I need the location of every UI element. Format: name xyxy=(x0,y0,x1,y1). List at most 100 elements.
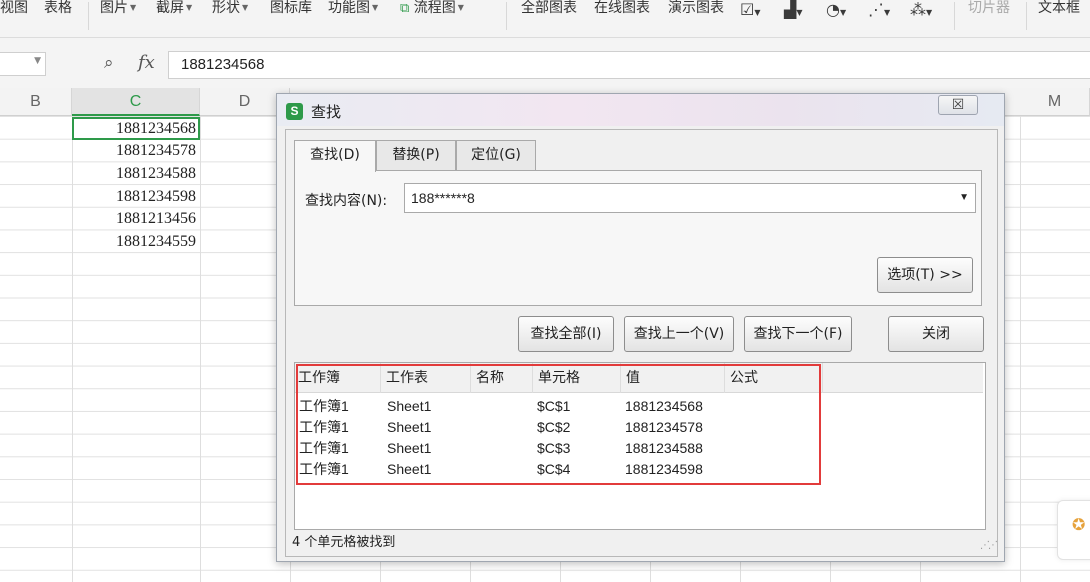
column-header-m[interactable]: M xyxy=(1020,88,1090,116)
ribbon-screenshot-button[interactable]: 截屏 ▼ xyxy=(156,0,192,22)
ribbon-label: 全部图表 xyxy=(521,0,577,16)
formula-input[interactable]: 1881234568 xyxy=(168,51,1090,79)
ribbon-label: 功能图 xyxy=(328,0,370,16)
header-cell[interactable]: 单元格 xyxy=(535,363,621,393)
ribbon-label: 图片 xyxy=(100,0,128,16)
result-cell: $C$1 xyxy=(537,398,571,414)
ribbon-label: 表格 xyxy=(44,0,72,16)
result-row[interactable]: 工作簿1 Sheet1 $C$2 1881234578 xyxy=(295,417,983,438)
ribbon-shape-button[interactable]: 形状 ▼ xyxy=(212,0,248,22)
bar-chart-icon[interactable]: ▟▼ xyxy=(784,0,802,20)
name-box[interactable]: ▼ xyxy=(0,52,46,76)
header-workbook[interactable]: 工作簿 xyxy=(295,363,381,393)
ribbon-label: 图标库 xyxy=(270,0,312,16)
fx-icon[interactable]: fx xyxy=(138,52,155,73)
close-button[interactable]: 关闭 xyxy=(888,316,984,352)
ribbon-picture-button[interactable]: 图片 ▼ xyxy=(100,0,136,22)
options-button[interactable]: 选项(T) >> xyxy=(877,257,973,293)
header-formula[interactable]: 公式 xyxy=(727,363,823,393)
result-workbook: 工作簿1 xyxy=(299,440,349,456)
header-sheet[interactable]: 工作表 xyxy=(383,363,471,393)
close-icon[interactable]: ☒ xyxy=(938,95,978,115)
cell-c1[interactable]: 1881234568 xyxy=(72,117,200,140)
ribbon-divider xyxy=(506,2,507,30)
find-all-button[interactable]: 查找全部(I) xyxy=(518,316,614,352)
ribbon-divider xyxy=(1026,2,1027,30)
assistant-icon[interactable]: ✪ xyxy=(1072,515,1085,534)
line-chart-icon[interactable]: ☑▼ xyxy=(740,0,761,20)
ribbon-label: 形状 xyxy=(212,0,240,16)
zoom-search-icon[interactable]: ⌕ xyxy=(104,53,114,73)
column-header-c[interactable]: C xyxy=(72,88,200,116)
result-value: 1881234598 xyxy=(625,461,703,477)
ribbon-divider xyxy=(88,2,89,30)
wps-logo-icon: S xyxy=(286,103,303,120)
result-value: 1881234578 xyxy=(625,419,703,435)
find-previous-button[interactable]: 查找上一个(V) xyxy=(624,316,734,352)
cell-c6[interactable]: 1881234559 xyxy=(72,231,200,254)
ribbon-flowchart-button[interactable]: ⧉ 流程图 ▼ xyxy=(400,0,464,22)
cell-c2[interactable]: 1881234578 xyxy=(72,140,200,163)
result-workbook: 工作簿1 xyxy=(299,419,349,435)
result-value: 1881234588 xyxy=(625,440,703,456)
result-cell: $C$3 xyxy=(537,440,571,456)
ribbon-online-charts-button[interactable]: 在线图表 xyxy=(594,0,650,22)
pie-chart-icon[interactable]: ◔▼ xyxy=(826,0,846,20)
results-list[interactable]: 工作簿 工作表 名称 单元格 值 公式 工作簿1 Sheet1 $C$1 188… xyxy=(294,362,986,530)
ribbon-toolbar: 视图 表格 图片 ▼ 截屏 ▼ 形状 ▼ 图标库 功能图 ▼ ⧉ 流程图 ▼ 全部图表 在… xyxy=(0,0,1090,38)
result-cell: $C$4 xyxy=(537,461,571,477)
result-row[interactable]: 工作簿1 Sheet1 $C$1 1881234568 xyxy=(295,396,983,417)
find-next-button[interactable]: 查找下一个(F) xyxy=(744,316,852,352)
status-text: 4 个单元格被找到 xyxy=(292,535,396,550)
header-name[interactable]: 名称 xyxy=(473,363,533,393)
dialog-title: 查找 xyxy=(311,103,342,121)
chevron-down-icon: ▼ xyxy=(457,3,464,12)
ribbon-textbox-button[interactable]: 文本框 xyxy=(1038,0,1080,22)
cell-c5[interactable]: 1881213456 xyxy=(72,208,200,231)
results-header: 工作簿 工作表 名称 单元格 值 公式 xyxy=(295,363,983,393)
chevron-down-icon: ▼ xyxy=(372,3,379,12)
ribbon-demo-charts-button[interactable]: 演示图表 xyxy=(668,0,724,22)
ribbon-function-chart-button[interactable]: 功能图 ▼ xyxy=(328,0,378,22)
ribbon-label: 在线图表 xyxy=(594,0,650,16)
ribbon-slicer-button[interactable]: 切片器 xyxy=(968,0,1010,22)
ribbon-label: 演示图表 xyxy=(668,0,724,16)
result-workbook: 工作簿1 xyxy=(299,398,349,414)
result-row[interactable]: 工作簿1 Sheet1 $C$4 1881234598 xyxy=(295,459,983,480)
more-chart-icon[interactable]: ⁂▼ xyxy=(910,0,932,20)
find-tab-panel: 查找内容(N): 188******8 ▼ 选项(T) >> xyxy=(294,170,982,306)
cell-c3[interactable]: 1881234588 xyxy=(72,163,200,186)
ribbon-label: 切片器 xyxy=(968,0,1010,16)
tab-find[interactable]: 查找(D) xyxy=(294,140,376,172)
scatter-chart-icon[interactable]: ⋰▼ xyxy=(868,0,890,20)
chevron-down-icon: ▼ xyxy=(242,3,249,12)
chevron-down-icon[interactable]: ▼ xyxy=(34,56,41,66)
formula-bar: ▼ ⌕ fx 1881234568 xyxy=(0,38,1090,88)
ribbon-icon-library-button[interactable]: 图标库 xyxy=(270,0,312,22)
resize-grip-icon[interactable]: ⋰⋰ xyxy=(980,540,998,551)
ribbon-label: 视图 xyxy=(0,0,28,16)
ribbon-label: 截屏 xyxy=(156,0,184,16)
cell-c4[interactable]: 1881234598 xyxy=(72,186,200,209)
dialog-titlebar[interactable]: S 查找 ☒ xyxy=(277,94,1004,126)
side-panel[interactable]: ✪ xyxy=(1057,500,1090,560)
tab-goto[interactable]: 定位(G) xyxy=(456,140,536,170)
chevron-down-icon: ▼ xyxy=(130,3,137,12)
result-sheet: Sheet1 xyxy=(387,419,432,435)
header-value[interactable]: 值 xyxy=(623,363,725,393)
find-content-input[interactable]: 188******8 ▼ xyxy=(404,183,976,213)
tab-replace[interactable]: 替换(P) xyxy=(376,140,456,170)
ribbon-label: 流程图 xyxy=(413,0,456,16)
ribbon-table-button[interactable]: 表格 xyxy=(44,0,72,22)
flowchart-icon: ⧉ xyxy=(400,1,410,16)
column-header-b[interactable]: B xyxy=(0,88,72,116)
ribbon-view-button[interactable]: 视图 xyxy=(0,0,28,22)
ribbon-all-charts-button[interactable]: 全部图表 xyxy=(521,0,577,22)
grid-line xyxy=(200,116,201,582)
result-sheet: Sheet1 xyxy=(387,398,432,414)
result-value: 1881234568 xyxy=(625,398,703,414)
result-row[interactable]: 工作簿1 Sheet1 $C$3 1881234588 xyxy=(295,438,983,459)
result-sheet: Sheet1 xyxy=(387,461,432,477)
ribbon-label: 文本框 xyxy=(1038,0,1080,16)
chevron-down-icon[interactable]: ▼ xyxy=(959,184,969,212)
